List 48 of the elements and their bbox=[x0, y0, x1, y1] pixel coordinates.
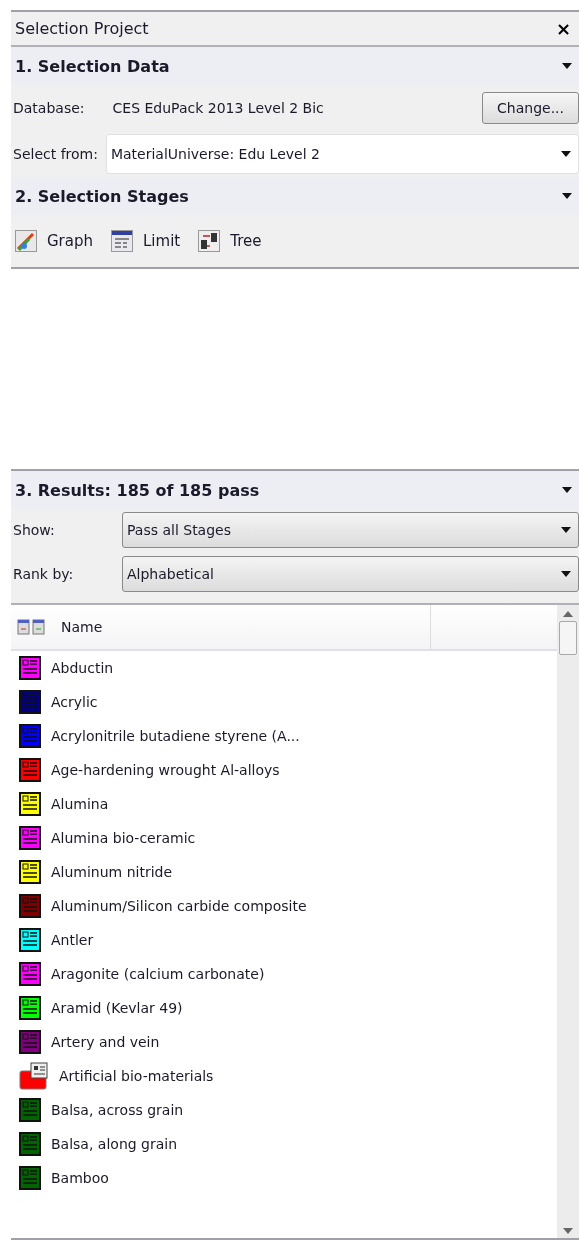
result-item[interactable]: Aramid (Kevlar 49) bbox=[11, 991, 557, 1025]
section-header[interactable]: 1. Selection Data bbox=[11, 47, 579, 85]
result-item[interactable]: Balsa, along grain bbox=[11, 1127, 557, 1161]
result-item[interactable]: Artery and vein bbox=[11, 1025, 557, 1059]
dropdown-caret-icon[interactable] bbox=[560, 570, 572, 578]
collapse-caret-icon[interactable] bbox=[561, 486, 573, 494]
collapse-caret-icon[interactable] bbox=[561, 62, 573, 70]
limit-icon bbox=[111, 230, 133, 252]
change-button[interactable]: Change... bbox=[482, 92, 579, 124]
result-item[interactable]: Alumina bbox=[11, 787, 557, 821]
result-item[interactable]: Antler bbox=[11, 923, 557, 957]
column-title[interactable]: Name bbox=[61, 605, 431, 649]
show-dropdown[interactable]: Pass all Stages bbox=[122, 512, 579, 548]
close-button[interactable]: × bbox=[553, 18, 573, 39]
graph-icon bbox=[15, 230, 37, 252]
section-header[interactable]: 2. Selection Stages bbox=[11, 177, 579, 215]
section-title: 2. Selection Stages bbox=[15, 186, 189, 206]
collapse-caret-icon[interactable] bbox=[561, 192, 573, 200]
dropdown-caret-icon[interactable] bbox=[560, 526, 572, 534]
stage-button[interactable]: Limit bbox=[111, 230, 181, 252]
result-item[interactable]: Acrylonitrile butadiene styrene (A... bbox=[11, 719, 557, 753]
section-title: 1. Selection Data bbox=[15, 56, 170, 76]
result-item[interactable]: Abductin bbox=[11, 651, 557, 685]
panel-title: Selection Project bbox=[15, 19, 149, 38]
database-value: CES EduPack 2013 Level 2 Bic bbox=[112, 100, 325, 116]
result-item[interactable]: Bamboo bbox=[11, 1161, 557, 1195]
result-item[interactable]: Aluminum nitride bbox=[11, 855, 557, 889]
result-item[interactable]: Aluminum/Silicon carbide composite bbox=[11, 889, 557, 923]
result-item[interactable]: Acrylic bbox=[11, 685, 557, 719]
scroll-bar[interactable] bbox=[557, 605, 579, 1238]
stage-button[interactable]: Tree bbox=[198, 230, 262, 252]
columns-icon[interactable] bbox=[17, 619, 47, 635]
result-item[interactable]: Artificial bio-materials bbox=[11, 1059, 557, 1093]
result-item[interactable]: Alumina bio-ceramic bbox=[11, 821, 557, 855]
result-item[interactable]: Age-hardening wrought Al-alloys bbox=[11, 753, 557, 787]
show-label: Show: bbox=[13, 522, 56, 538]
database-label: Database: bbox=[13, 100, 85, 116]
result-item[interactable]: Aragonite (calcium carbonate) bbox=[11, 957, 557, 991]
rank-by-label: Rank by: bbox=[13, 566, 75, 582]
section-title: 3. Results: 185 of 185 pass bbox=[15, 480, 260, 500]
tree-icon bbox=[198, 230, 221, 252]
section-header[interactable]: 3. Results: 185 of 185 pass bbox=[11, 471, 579, 509]
dropdown-caret-icon[interactable] bbox=[560, 150, 572, 158]
result-item[interactable]: Balsa, across grain bbox=[11, 1093, 557, 1127]
select-from-label: Select from: bbox=[13, 146, 98, 162]
select-from-dropdown[interactable]: MaterialUniverse: Edu Level 2 bbox=[105, 134, 579, 174]
stage-button[interactable]: Graph bbox=[15, 230, 93, 252]
rank-by-dropdown[interactable]: Alphabetical bbox=[122, 556, 579, 592]
